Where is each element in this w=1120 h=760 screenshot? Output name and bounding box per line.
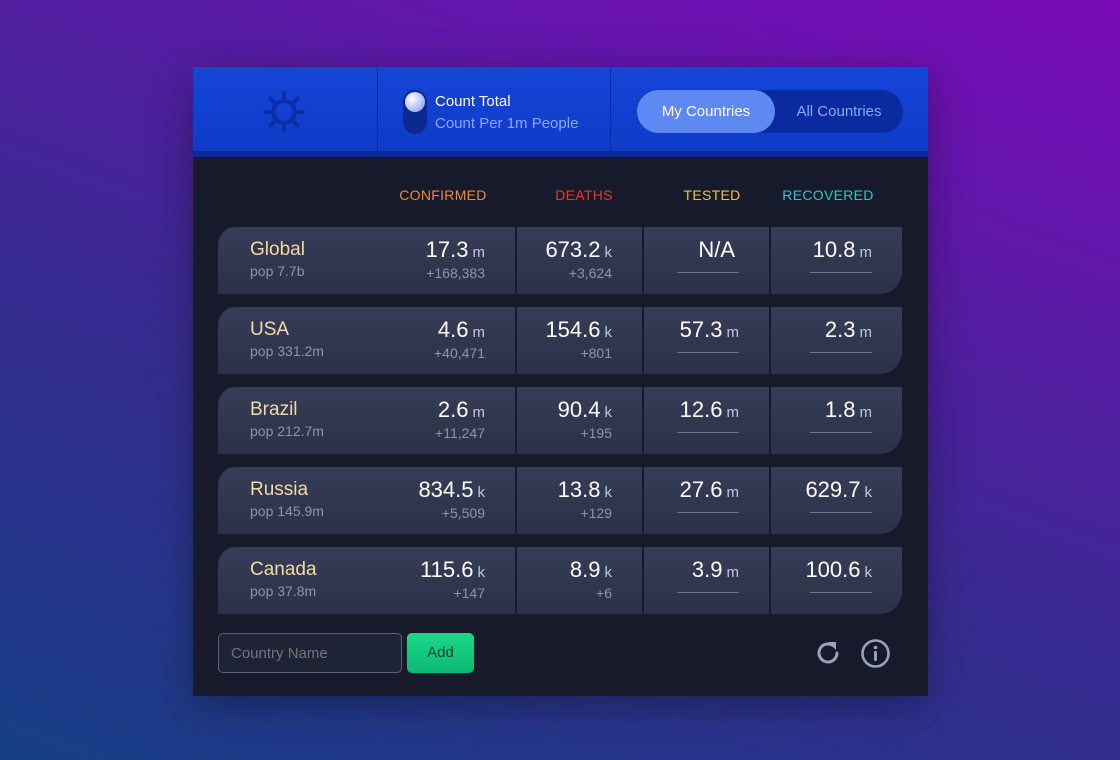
recovered-underline xyxy=(810,432,872,433)
info-icon[interactable] xyxy=(860,638,891,669)
table-row[interactable]: Canada pop 37.8m 115.6 k +147 8.9 k +6 3.9… xyxy=(218,547,902,614)
deaths-cell: 673.2 k +3,624 xyxy=(517,227,642,294)
deaths-value: 90.4 k xyxy=(557,397,612,422)
deaths-delta: +3,624 xyxy=(568,265,612,281)
tested-underline xyxy=(677,592,739,593)
deaths-delta: +801 xyxy=(580,345,612,361)
population: pop 331.2m xyxy=(250,343,324,359)
table-row[interactable]: Brazil pop 212.7m 2.6 m +11,247 90.4 k +19… xyxy=(218,387,902,454)
deaths-delta: +6 xyxy=(596,585,612,601)
population: pop 212.7m xyxy=(250,423,324,439)
header-divider xyxy=(610,67,611,157)
deaths-cell: 90.4 k +195 xyxy=(517,387,642,454)
confirmed-delta: +147 xyxy=(453,585,485,601)
recovered-underline xyxy=(810,512,872,513)
header-divider xyxy=(377,67,378,157)
table-row[interactable]: USA pop 331.2m 4.6 m +40,471 154.6 k +801 … xyxy=(218,307,902,374)
tested-cell: 57.3 m xyxy=(644,307,769,374)
tested-cell: 12.6 m xyxy=(644,387,769,454)
recovered-cell: 629.7 k xyxy=(771,467,902,534)
table-row[interactable]: Russia pop 145.9m 834.5 k +5,509 13.8 k +1… xyxy=(218,467,902,534)
tested-value: 27.6 m xyxy=(679,477,739,502)
tested-cell: 27.6 m xyxy=(644,467,769,534)
confirmed-value: 2.6 m xyxy=(437,397,485,422)
deaths-cell: 154.6 k +801 xyxy=(517,307,642,374)
tested-underline xyxy=(677,512,739,513)
confirmed-delta: +168,383 xyxy=(426,265,485,281)
covid-widget: Count Total Count Per 1m People My Count… xyxy=(193,67,928,696)
deaths-value: 13.8 k xyxy=(557,477,612,502)
recovered-value: 629.7 k xyxy=(805,477,872,502)
recovered-underline xyxy=(810,592,872,593)
recovered-cell: 10.8 m xyxy=(771,227,902,294)
virus-icon xyxy=(263,91,305,133)
tab-my-countries[interactable]: My Countries xyxy=(637,90,775,133)
tab-all-countries[interactable]: All Countries xyxy=(775,90,903,133)
column-header-confirmed: CONFIRMED xyxy=(399,187,487,203)
deaths-value: 8.9 k xyxy=(569,557,612,582)
recovered-cell: 100.6 k xyxy=(771,547,902,614)
country-cell: Global pop 7.7b 17.3 m +168,383 xyxy=(218,227,515,294)
country-name-input[interactable] xyxy=(218,633,402,673)
recovered-cell: 1.8 m xyxy=(771,387,902,454)
top-bar: Count Total Count Per 1m People My Count… xyxy=(193,67,928,157)
recovered-value: 10.8 m xyxy=(812,237,872,262)
count-mode-toggle[interactable] xyxy=(403,90,427,134)
recovered-value: 1.8 m xyxy=(824,397,872,422)
recovered-value: 100.6 k xyxy=(805,557,872,582)
mode-count-per-million[interactable]: Count Per 1m People xyxy=(435,115,578,132)
deaths-cell: 13.8 k +129 xyxy=(517,467,642,534)
column-header-recovered: RECOVERED xyxy=(782,187,874,203)
recovered-cell: 2.3 m xyxy=(771,307,902,374)
confirmed-delta: +11,247 xyxy=(435,425,485,441)
tested-underline xyxy=(677,272,739,273)
recovered-underline xyxy=(810,272,872,273)
population: pop 37.8m xyxy=(250,583,317,599)
recovered-underline xyxy=(810,352,872,353)
tested-value: 3.9 m xyxy=(691,557,739,582)
confirmed-value: 4.6 m xyxy=(437,317,485,342)
deaths-value: 154.6 k xyxy=(545,317,612,342)
tested-value: N/A xyxy=(698,237,735,262)
table-row[interactable]: Global pop 7.7b 17.3 m +168,383 673.2 k +3… xyxy=(218,227,902,294)
country-cell: USA pop 331.2m 4.6 m +40,471 xyxy=(218,307,515,374)
column-header-deaths: DEATHS xyxy=(555,187,613,203)
population: pop 145.9m xyxy=(250,503,324,519)
country-cell: Russia pop 145.9m 834.5 k +5,509 xyxy=(218,467,515,534)
country-cell: Brazil pop 212.7m 2.6 m +11,247 xyxy=(218,387,515,454)
tested-value: 12.6 m xyxy=(679,397,739,422)
deaths-delta: +195 xyxy=(580,425,612,441)
tested-underline xyxy=(677,432,739,433)
country-name: Russia xyxy=(250,479,309,500)
mode-count-total[interactable]: Count Total xyxy=(435,93,511,110)
countries-segmented-control: My Countries All Countries xyxy=(637,90,903,133)
confirmed-value: 115.6 k xyxy=(420,557,485,582)
country-name: USA xyxy=(250,319,290,340)
country-name: Brazil xyxy=(250,399,298,420)
deaths-value: 673.2 k xyxy=(545,237,612,262)
confirmed-delta: +5,509 xyxy=(441,505,485,521)
deaths-delta: +129 xyxy=(580,505,612,521)
tested-underline xyxy=(677,352,739,353)
population: pop 7.7b xyxy=(250,263,305,279)
tested-value: 57.3 m xyxy=(679,317,739,342)
confirmed-value: 17.3 m xyxy=(425,237,485,262)
confirmed-delta: +40,471 xyxy=(434,345,485,361)
refresh-icon[interactable] xyxy=(813,638,843,668)
add-button[interactable]: Add xyxy=(407,633,474,673)
country-cell: Canada pop 37.8m 115.6 k +147 xyxy=(218,547,515,614)
deaths-cell: 8.9 k +6 xyxy=(517,547,642,614)
recovered-value: 2.3 m xyxy=(824,317,872,342)
country-name: Canada xyxy=(250,559,317,580)
column-header-tested: TESTED xyxy=(683,187,741,203)
tested-cell: N/A xyxy=(644,227,769,294)
confirmed-value: 834.5 k xyxy=(418,477,485,502)
country-name: Global xyxy=(250,239,305,260)
tested-cell: 3.9 m xyxy=(644,547,769,614)
toggle-knob[interactable] xyxy=(405,92,425,112)
